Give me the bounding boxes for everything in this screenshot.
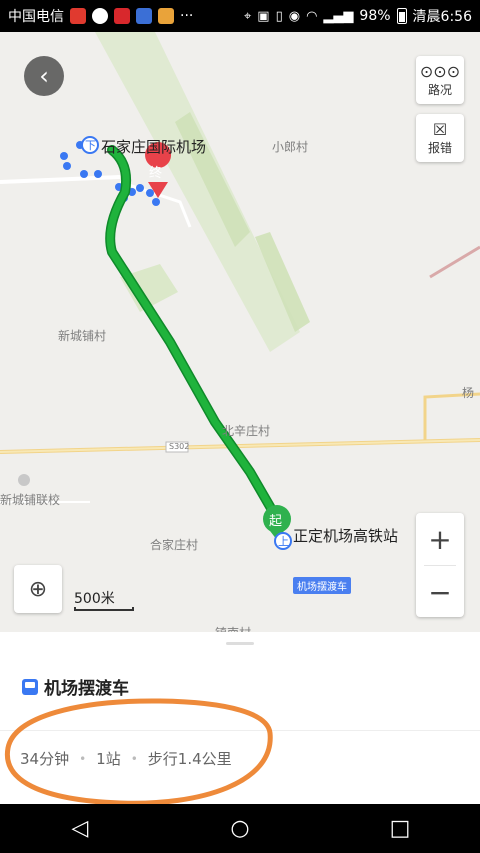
home-nav-icon[interactable]: ○ <box>210 816 270 841</box>
signal-icon: ▂▄▆ <box>323 8 354 24</box>
chevron-left-icon: ‹ <box>39 62 49 90</box>
location-icon: ⌖ <box>243 8 252 24</box>
zoom-out-button[interactable]: − <box>416 566 464 618</box>
zoom-in-button[interactable]: + <box>416 513 464 565</box>
app3-notification-icon <box>158 8 174 24</box>
more-notifications: ··· <box>180 8 194 24</box>
plus-icon: + <box>428 522 452 556</box>
start-marker-text: 起 <box>269 514 283 529</box>
app-notification-icon <box>70 8 86 24</box>
road-code: S302 <box>169 442 190 451</box>
carrier-label: 中国电信 <box>8 9 64 25</box>
station-label[interactable]: 正定机场高铁站 <box>293 525 398 546</box>
back-nav-icon[interactable]: ◁ <box>50 816 110 841</box>
back-button[interactable]: ‹ <box>24 56 64 96</box>
news-notification-icon <box>114 8 130 24</box>
village-label-zhennan: 镇南村 <box>215 624 251 632</box>
chat-notification-icon <box>92 8 108 24</box>
route-tag: 机场摆渡车 <box>293 577 351 594</box>
road-airport <box>0 175 121 184</box>
eye-icon: ◉ <box>288 8 301 24</box>
crosshair-icon: ⊕ <box>28 576 48 602</box>
traffic-icon: ⊙⊙⊙ <box>419 61 461 81</box>
battery-percent: 98% <box>359 8 391 24</box>
village-label-yang: 杨 <box>462 386 475 400</box>
alight-marker-text: 下 <box>85 139 96 152</box>
status-bar: 中国电信 ··· ⌖ ▣ ▯ ◉ ◠ ▂▄▆ 98% 清晨6:56 <box>0 0 480 32</box>
village-label-xinchengpu: 新城铺村 <box>58 329 107 343</box>
airport-label[interactable]: 石家庄国际机场 <box>101 136 206 157</box>
zoom-control: + − <box>416 513 464 617</box>
report-error-button[interactable]: ☒ 报错 <box>416 114 464 162</box>
village-label-xiaolang: 小郎村 <box>272 140 309 154</box>
battery-icon <box>396 8 407 24</box>
end-marker-text: 终 <box>149 166 163 181</box>
drag-handle[interactable] <box>226 642 254 645</box>
report-label: 报错 <box>427 140 452 155</box>
board-marker-text: 上 <box>278 535 289 548</box>
nfc-icon: ▣ <box>257 8 270 24</box>
report-icon: ☒ <box>432 119 448 139</box>
clock: 清晨6:56 <box>412 9 472 25</box>
village-label-hejiazhuang: 合家庄村 <box>150 538 199 552</box>
traffic-button[interactable]: ⊙⊙⊙ 路况 <box>416 56 464 104</box>
locate-button[interactable]: ⊕ <box>14 565 62 613</box>
app2-notification-icon <box>136 8 152 24</box>
traffic-label: 路况 <box>427 82 452 97</box>
village-label-beixin: 北辛庄村 <box>222 424 271 438</box>
vibrate-icon: ▯ <box>275 8 283 24</box>
wifi-icon: ◠ <box>306 8 318 24</box>
minus-icon: − <box>428 575 452 609</box>
map-view[interactable]: 终 起 上 下 S302 石家庄国际机场 小郎村 新城铺村 北辛庄村 杨 新城铺… <box>0 32 480 632</box>
scale-label: 500米 <box>74 591 115 607</box>
recents-nav-icon[interactable]: □ <box>370 816 430 841</box>
annotation-ellipse <box>4 698 273 806</box>
scale-bar <box>74 607 134 611</box>
school-marker <box>18 474 30 486</box>
rail-line <box>429 245 480 279</box>
school-label: 新城铺联校 <box>0 493 61 507</box>
system-nav-bar: ◁ ○ □ <box>0 804 480 853</box>
